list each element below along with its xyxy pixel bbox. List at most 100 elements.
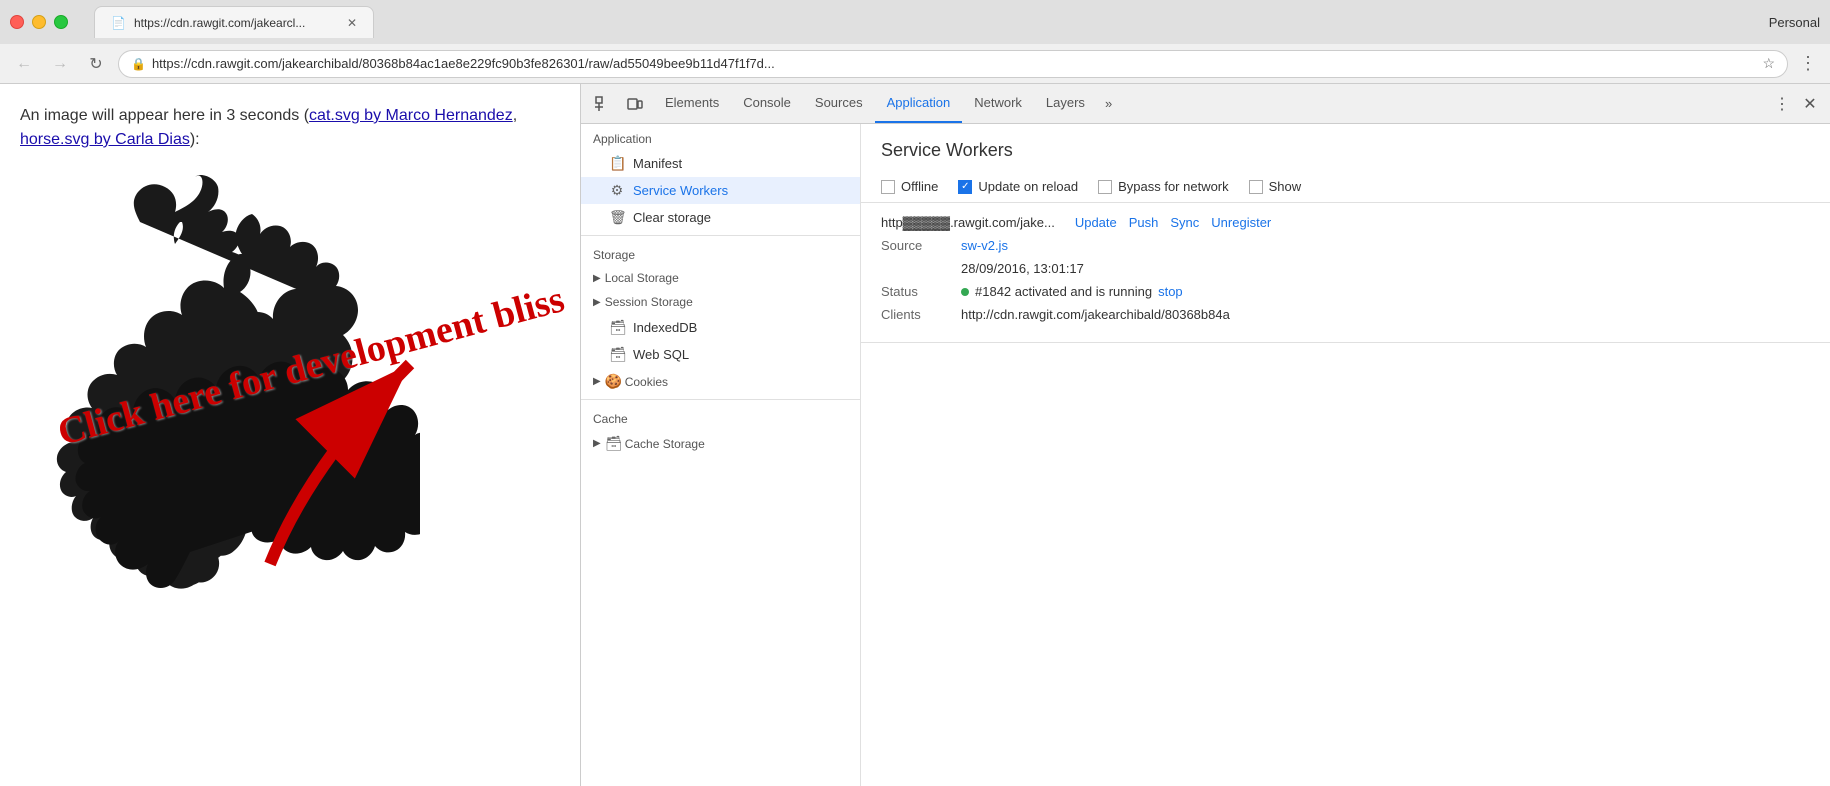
profile-label: Personal [1769,15,1820,30]
sw-status-content: #1842 activated and is running stop [961,284,1183,299]
tab-network[interactable]: Network [962,84,1034,123]
devtools-menu-button[interactable]: ⋮ [1770,92,1794,116]
sw-clients-row: Clients http://cdn.rawgit.com/jakearchib… [881,307,1810,322]
service-workers-label: Service Workers [633,183,728,198]
sw-url-text: http▓▓▓▓▓.rawgit.com/jake... [881,215,1055,230]
service-workers-icon: ⚙ [609,182,625,199]
update-on-reload-label: Update on reload [978,179,1078,194]
page-content: An image will appear here in 3 seconds (… [0,84,580,786]
bypass-for-network-option: Bypass for network [1098,179,1229,194]
local-storage-group[interactable]: ▶ Local Storage [581,266,860,290]
element-picker-button[interactable] [589,90,617,118]
session-storage-label: Session Storage [605,295,693,309]
sw-source-file-link[interactable]: sw-v2.js [961,238,1008,253]
title-bar: 📄 https://cdn.rawgit.com/jakearcl... ✕ P… [0,0,1830,44]
sw-status-row: Status #1842 activated and is running st… [881,284,1810,299]
devtools-tabs: Elements Console Sources Application Net… [653,84,1770,123]
sw-stop-link[interactable]: stop [1158,284,1183,299]
tab-application[interactable]: Application [875,84,963,123]
cache-storage-arrow: ▶ [593,438,601,449]
close-button[interactable] [10,15,24,29]
sw-status-text: #1842 activated and is running [975,284,1152,299]
url-input[interactable]: 🔒 https://cdn.rawgit.com/jakearchibald/8… [118,50,1788,78]
panel-title: Service Workers [861,124,1830,171]
cache-storage-label: Cache Storage [625,437,705,451]
status-indicator [961,288,969,296]
browser-chrome: 📄 https://cdn.rawgit.com/jakearcl... ✕ P… [0,0,1830,84]
clients-url-text: http://cdn.rawgit.com/jakearchibald/8036… [961,307,1230,322]
device-toggle-button[interactable] [621,90,649,118]
local-storage-arrow: ▶ [593,273,601,284]
web-sql-label: Web SQL [633,347,689,362]
maximize-button[interactable] [54,15,68,29]
page-text-mid: , [513,107,517,124]
bookmark-icon[interactable]: ☆ [1762,55,1775,72]
status-label: Status [881,284,961,299]
lock-icon: 🔒 [131,57,146,71]
sw-received-row: 28/09/2016, 13:01:17 [881,261,1810,276]
application-section-label: Application [581,124,860,150]
offline-checkbox[interactable] [881,180,895,194]
bypass-for-network-checkbox[interactable] [1098,180,1112,194]
tab-close-button[interactable]: ✕ [347,16,357,30]
tab-console[interactable]: Console [731,84,803,123]
back-button[interactable]: ← [10,50,38,78]
minimize-button[interactable] [32,15,46,29]
tab-elements[interactable]: Elements [653,84,731,123]
tab-sources[interactable]: Sources [803,84,875,123]
new-tab-button[interactable] [378,8,408,38]
cache-storage-group[interactable]: ▶ 🗃 Cache Storage [581,430,860,457]
page-text-before: An image will appear here in 3 seconds ( [20,107,309,124]
local-storage-label: Local Storage [605,271,679,285]
clients-label: Clients [881,307,961,322]
show-option: Show [1249,179,1302,194]
sidebar-item-manifest[interactable]: 📋 Manifest [581,150,860,177]
cookies-group[interactable]: ▶ 🍪 Cookies [581,368,860,395]
sw-unregister-link[interactable]: Unregister [1211,215,1271,230]
manifest-icon: 📋 [609,155,625,172]
sw-source-row: Source sw-v2.js [881,238,1810,253]
cat-svg-link[interactable]: cat.svg by Marco Hernandez [309,107,513,124]
active-tab[interactable]: 📄 https://cdn.rawgit.com/jakearcl... ✕ [94,6,374,38]
refresh-button[interactable]: ↻ [82,50,110,78]
page-description: An image will appear here in 3 seconds (… [20,104,560,152]
sw-update-link[interactable]: Update [1075,215,1117,230]
sw-entry: http▓▓▓▓▓.rawgit.com/jake... Update Push… [861,203,1830,343]
devtools-panel: Elements Console Sources Application Net… [580,84,1830,786]
offline-option: Offline [881,179,938,194]
main-area: An image will appear here in 3 seconds (… [0,84,1830,786]
tab-more-button[interactable]: » [1097,96,1120,111]
sidebar-item-clear-storage[interactable]: 🗑 Clear storage [581,204,860,231]
forward-button[interactable]: → [46,50,74,78]
clear-storage-icon: 🗑 [609,209,625,226]
horse-svg-link[interactable]: horse.svg by Carla Dias [20,131,190,148]
sw-sync-link[interactable]: Sync [1170,215,1199,230]
cache-storage-icon: 🗃 [605,435,621,452]
url-text: https://cdn.rawgit.com/jakearchibald/803… [152,56,775,71]
devtools-close-button[interactable]: ✕ [1798,92,1822,116]
web-sql-icon: 🗃 [609,346,625,363]
show-checkbox[interactable] [1249,180,1263,194]
source-label: Source [881,238,961,253]
browser-menu-button[interactable]: ⋮ [1796,53,1820,74]
indexeddb-label: IndexedDB [633,320,697,335]
update-on-reload-checkbox[interactable]: ✓ [958,180,972,194]
sw-push-link[interactable]: Push [1129,215,1159,230]
tab-layers[interactable]: Layers [1034,84,1097,123]
cookies-icon: 🍪 [605,373,621,390]
devtools-header: Elements Console Sources Application Net… [581,84,1830,124]
tab-bar: 📄 https://cdn.rawgit.com/jakearcl... ✕ [94,6,1769,38]
sidebar-divider-2 [581,399,860,400]
sidebar-item-web-sql[interactable]: 🗃 Web SQL [581,341,860,368]
indexeddb-icon: 🗃 [609,319,625,336]
session-storage-group[interactable]: ▶ Session Storage [581,290,860,314]
sidebar-item-service-workers[interactable]: ⚙ Service Workers [581,177,860,204]
bypass-for-network-label: Bypass for network [1118,179,1229,194]
sidebar-item-indexeddb[interactable]: 🗃 IndexedDB [581,314,860,341]
panel-options: Offline ✓ Update on reload Bypass for ne… [861,171,1830,203]
session-storage-arrow: ▶ [593,297,601,308]
sw-url-row: http▓▓▓▓▓.rawgit.com/jake... Update Push… [881,215,1810,230]
offline-label: Offline [901,179,938,194]
sw-received-value: 28/09/2016, 13:01:17 [961,261,1084,276]
devtools-body: Application 📋 Manifest ⚙ Service Workers… [581,124,1830,786]
